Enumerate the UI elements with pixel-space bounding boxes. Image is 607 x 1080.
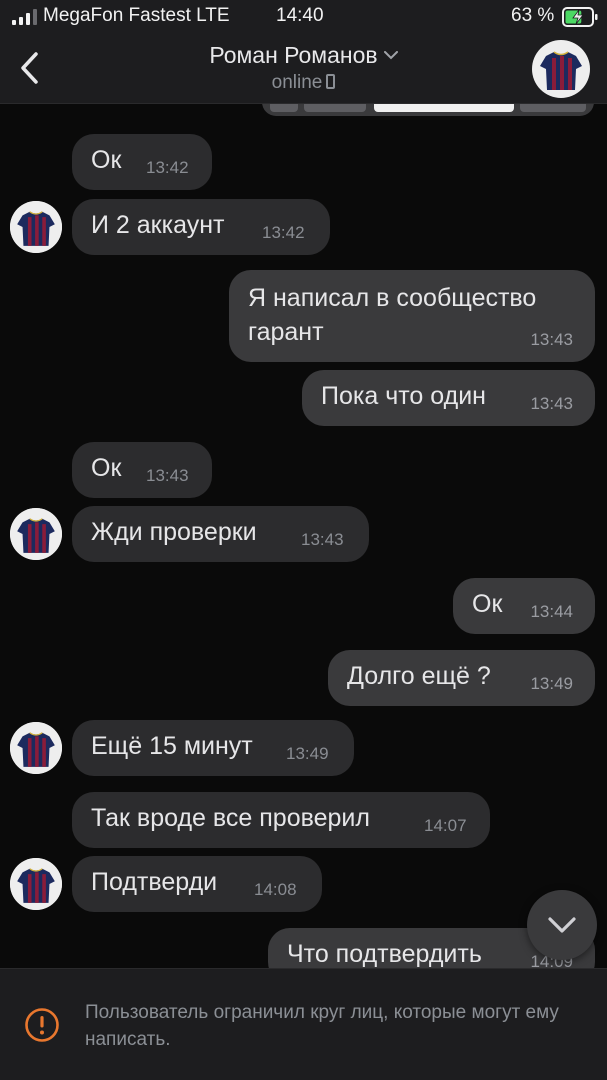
message-time: 13:49 xyxy=(530,674,573,693)
battery-percent: 63 % xyxy=(511,5,555,26)
chevron-down-icon xyxy=(383,51,398,60)
message-text: Долго ещё ? xyxy=(347,662,491,690)
chat-screen: MegaFon Fastest LTE 14:40 63 % Роман Ром… xyxy=(0,0,607,1080)
contact-status: online xyxy=(0,72,607,94)
message-outgoing[interactable]: Ок 13:44 xyxy=(453,578,595,634)
battery-charging-icon xyxy=(562,7,598,27)
contact-name-text: Роман Романов xyxy=(209,42,378,68)
message-list: Ок 13:42 И 2 аккаунт 13:42 Я написал в с… xyxy=(0,104,607,984)
message-time: 13:42 xyxy=(262,223,305,242)
chat-header: Роман Романов online xyxy=(0,34,607,104)
jersey-avatar-image xyxy=(10,201,62,253)
message-time: 14:07 xyxy=(424,816,467,835)
jersey-avatar-image xyxy=(10,858,62,910)
message-incoming[interactable]: Ок 13:42 xyxy=(72,134,212,190)
message-time: 13:43 xyxy=(530,330,573,349)
message-time: 13:43 xyxy=(530,394,573,413)
message-text: Ещё 15 минут xyxy=(91,732,253,760)
message-time: 13:49 xyxy=(286,744,329,763)
message-text: Ок xyxy=(91,454,122,482)
message-text: Так вроде все проверил xyxy=(91,804,370,832)
message-incoming[interactable]: И 2 аккаунт 13:42 xyxy=(72,199,330,255)
contact-name[interactable]: Роман Романов xyxy=(0,42,607,69)
sender-avatar[interactable] xyxy=(10,201,62,253)
message-text: Я написал в сообщество гарант xyxy=(248,284,537,346)
message-incoming[interactable]: Ок 13:43 xyxy=(72,442,212,498)
signal-strength-icon xyxy=(12,9,37,25)
message-time: 13:43 xyxy=(146,466,189,485)
chevron-down-icon xyxy=(548,917,576,933)
message-outgoing[interactable]: Долго ещё ? 13:49 xyxy=(328,650,595,706)
status-bar: MegaFon Fastest LTE 14:40 63 % xyxy=(0,0,607,34)
message-time: 14:08 xyxy=(254,880,297,899)
message-incoming[interactable]: Подтверди 14:08 xyxy=(72,856,322,912)
jersey-avatar-image xyxy=(10,508,62,560)
message-text: И 2 аккаунт xyxy=(91,211,225,239)
jersey-avatar-image xyxy=(532,40,590,98)
message-time: 13:43 xyxy=(301,530,344,549)
sender-avatar[interactable] xyxy=(10,508,62,560)
warning-icon xyxy=(25,1008,59,1042)
message-incoming[interactable]: Ещё 15 минут 13:49 xyxy=(72,720,354,776)
message-text: Подтверди xyxy=(91,868,218,896)
carrier-name: MegaFon Fastest LTE xyxy=(43,5,230,26)
restricted-messaging-notice: Пользователь ограничил круг лиц, которые… xyxy=(0,968,607,1080)
status-time: 14:40 xyxy=(276,5,324,26)
sender-avatar[interactable] xyxy=(10,858,62,910)
notice-text: Пользователь ограничил круг лиц, которые… xyxy=(85,1002,559,1050)
mobile-phone-icon xyxy=(326,74,336,89)
message-outgoing[interactable]: Пока что один 13:43 xyxy=(302,370,595,426)
message-text: Пока что один xyxy=(321,382,486,410)
message-incoming[interactable]: Жди проверки 13:43 xyxy=(72,506,369,562)
jersey-avatar-image xyxy=(10,722,62,774)
sender-avatar[interactable] xyxy=(10,722,62,774)
message-time: 13:42 xyxy=(146,158,189,177)
scroll-to-bottom-button[interactable] xyxy=(527,890,597,960)
message-text: Ок xyxy=(91,146,122,174)
online-status: online xyxy=(271,72,323,93)
message-text: Ок xyxy=(472,590,503,618)
message-outgoing[interactable]: Я написал в сообщество гарант 13:43 xyxy=(229,270,595,362)
message-incoming[interactable]: Так вроде все проверил 14:07 xyxy=(72,792,490,848)
message-text: Жди проверки xyxy=(91,518,257,546)
message-time: 13:44 xyxy=(530,602,573,621)
header-avatar[interactable] xyxy=(532,40,590,98)
message-text: Что подтвердить xyxy=(287,940,482,968)
